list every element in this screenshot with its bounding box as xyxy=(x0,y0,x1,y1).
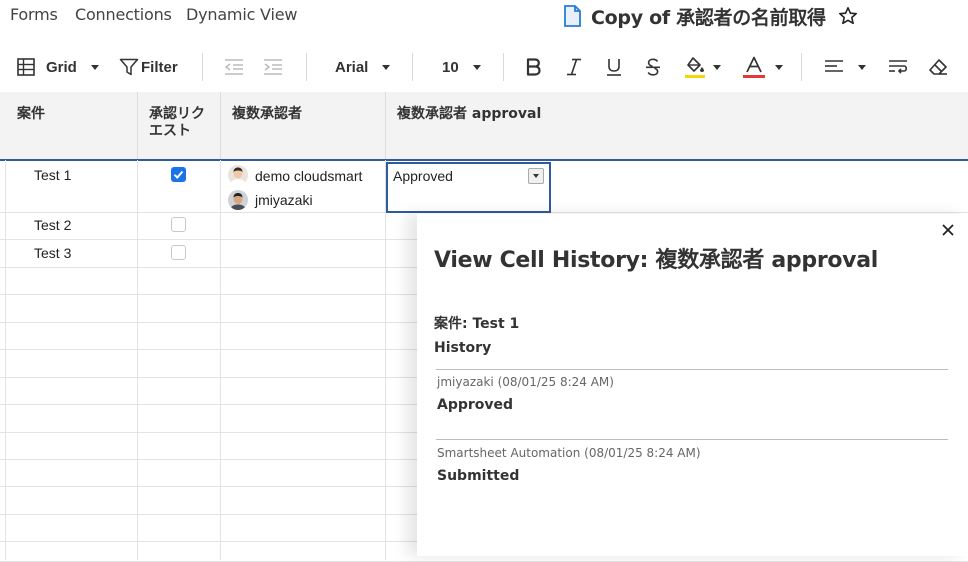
align-button[interactable] xyxy=(824,48,866,86)
underline-icon xyxy=(607,59,621,76)
approval-value: Approved xyxy=(393,168,453,184)
column-header-approval[interactable]: 複数承認者 approval xyxy=(386,92,968,160)
history-entry-meta: Smartsheet Automation (08/01/25 8:24 AM) xyxy=(437,446,701,460)
approval-request-checkbox[interactable] xyxy=(171,167,186,182)
column-header-label: 複数承認者 approval xyxy=(397,106,542,122)
cell-name[interactable]: Test 2 xyxy=(34,217,71,233)
column-header-label: 案件 xyxy=(17,106,45,122)
italic-icon xyxy=(567,58,581,76)
sheet-title-text[interactable]: Copy of 承認者の名前取得 xyxy=(591,3,826,30)
sheet-title: Copy of 承認者の名前取得 xyxy=(563,3,858,29)
approver-name: demo cloudsmart xyxy=(255,168,363,184)
paint-bucket-icon xyxy=(685,57,705,78)
outdent-button[interactable] xyxy=(224,48,244,86)
row-identifier: 案件: Test 1 xyxy=(434,316,520,332)
favorite-star-icon[interactable] xyxy=(838,6,858,26)
indent-button[interactable] xyxy=(263,48,283,86)
toolbar: Grid Filter Arial 10 xyxy=(0,48,968,86)
history-entry-meta: jmiyazaki (08/01/25 8:24 AM) xyxy=(437,375,614,389)
chevron-down-icon xyxy=(90,64,99,70)
filter-button[interactable]: Filter xyxy=(119,48,178,86)
underline-button[interactable] xyxy=(606,48,622,86)
bold-button[interactable] xyxy=(526,48,542,86)
chevron-down-icon xyxy=(382,64,391,70)
chevron-down-icon xyxy=(713,64,721,70)
font-family-select[interactable]: Arial xyxy=(335,48,391,86)
avatar xyxy=(228,190,248,210)
italic-button[interactable] xyxy=(566,48,582,86)
strikethrough-icon xyxy=(646,58,660,76)
strikethrough-button[interactable] xyxy=(645,48,661,86)
chevron-down-icon xyxy=(472,64,481,70)
clear-format-button[interactable] xyxy=(928,48,948,86)
checkmark-icon xyxy=(173,170,184,179)
column-header-approvers[interactable]: 複数承認者 xyxy=(221,92,386,160)
history-heading: History xyxy=(434,340,492,356)
dropdown-button[interactable] xyxy=(528,168,544,184)
filter-label: Filter xyxy=(141,58,178,76)
nav-connections[interactable]: Connections xyxy=(75,5,172,24)
close-button[interactable] xyxy=(940,222,956,238)
top-nav: Forms Connections Dynamic View Copy of 承… xyxy=(0,0,968,36)
history-entry-value: Approved xyxy=(437,397,514,413)
history-entry-value: Submitted xyxy=(437,468,520,484)
align-left-icon xyxy=(825,60,843,72)
column-header-approval-request[interactable]: 承認リクエスト xyxy=(138,92,221,160)
toolbar-divider xyxy=(801,53,802,81)
font-size-select[interactable]: 10 xyxy=(442,48,481,86)
cell-name[interactable]: Test 3 xyxy=(34,245,71,261)
cell-history-panel: View Cell History: 複数承認者 approval 案件: Te… xyxy=(417,214,968,556)
chevron-down-icon xyxy=(858,64,866,70)
approval-request-checkbox[interactable] xyxy=(171,245,186,260)
outdent-icon xyxy=(224,59,243,75)
view-switcher[interactable]: Grid xyxy=(17,48,99,86)
wrap-text-button[interactable] xyxy=(888,48,908,86)
wrap-text-icon xyxy=(889,60,908,74)
panel-title: View Cell History: 複数承認者 approval xyxy=(434,248,879,273)
font-size-value: 10 xyxy=(442,58,459,76)
column-header-label: 複数承認者 xyxy=(232,106,302,122)
font-family-value: Arial xyxy=(335,58,369,76)
eraser-icon xyxy=(929,59,947,75)
bold-icon xyxy=(526,58,541,76)
avatar xyxy=(228,165,248,185)
approver-name: jmiyazaki xyxy=(255,192,313,208)
history-divider xyxy=(436,439,948,440)
grid-icon xyxy=(17,58,35,76)
filter-icon xyxy=(119,58,139,76)
view-label: Grid xyxy=(46,58,77,76)
text-color-button[interactable] xyxy=(743,48,783,86)
cell-name[interactable]: Test 1 xyxy=(34,167,71,183)
column-header-label: 承認リクエスト xyxy=(149,106,205,139)
approval-request-checkbox[interactable] xyxy=(171,217,186,232)
chevron-down-icon xyxy=(533,174,539,178)
sheet-doc-icon xyxy=(564,5,581,27)
approval-dropdown-cell[interactable]: Approved xyxy=(386,162,551,213)
toolbar-divider xyxy=(306,53,307,81)
toolbar-divider xyxy=(202,53,203,81)
indent-icon xyxy=(264,59,282,75)
toolbar-divider xyxy=(503,53,504,81)
nav-forms[interactable]: Forms xyxy=(10,5,58,24)
fill-color-button[interactable] xyxy=(685,48,721,86)
text-color-icon xyxy=(743,56,765,78)
history-divider xyxy=(436,369,948,370)
chevron-down-icon xyxy=(775,64,783,70)
toolbar-divider xyxy=(412,53,413,81)
column-header-anken[interactable]: 案件 xyxy=(0,92,138,160)
close-icon xyxy=(942,224,954,236)
nav-dynamic-view[interactable]: Dynamic View xyxy=(186,5,297,24)
